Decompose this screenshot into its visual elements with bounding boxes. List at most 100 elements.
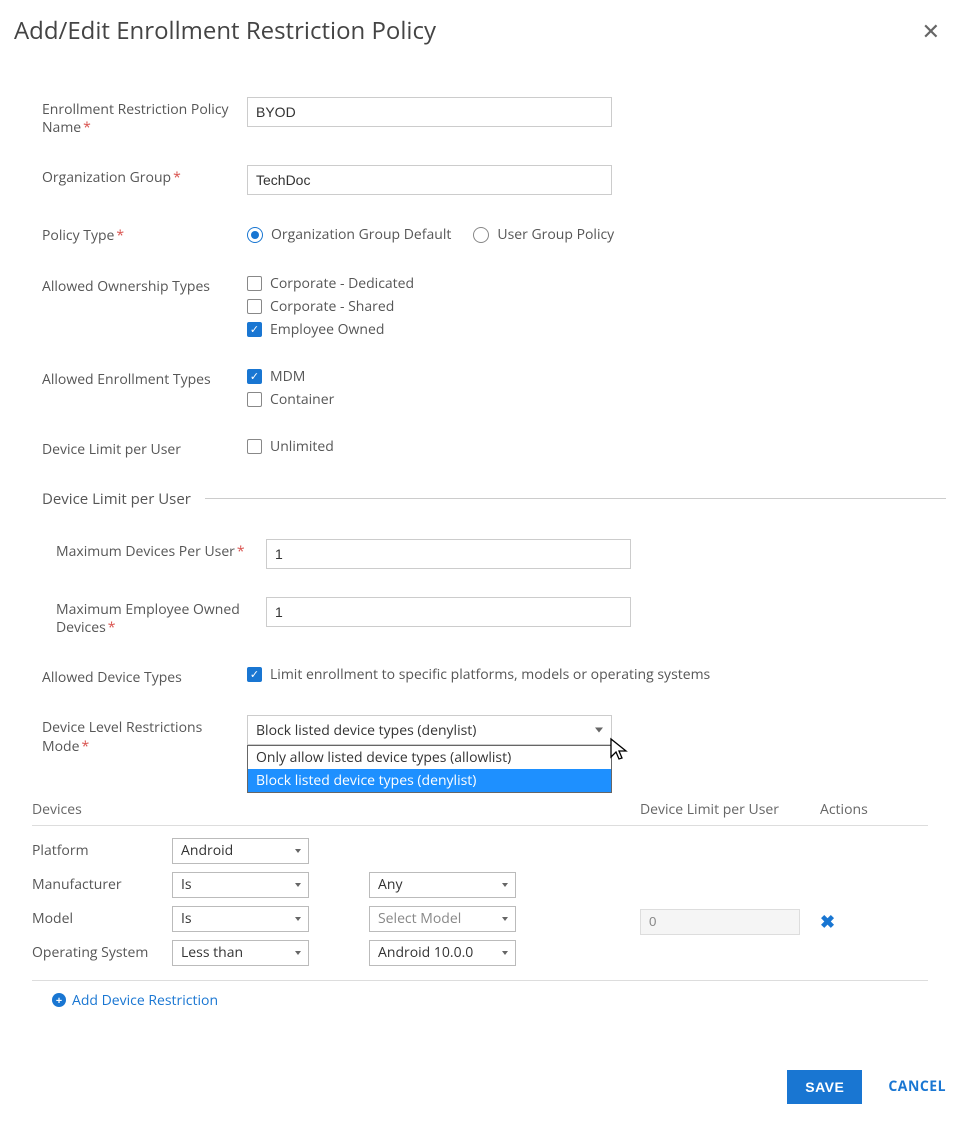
required-marker: * xyxy=(237,542,245,561)
required-marker: * xyxy=(173,168,181,187)
required-marker: * xyxy=(116,226,124,245)
section-title: Device Limit per User xyxy=(42,489,205,509)
device-limit-subsection: Maximum Devices Per User* Maximum Employ… xyxy=(14,539,946,637)
label-device-limit: Device Limit per User xyxy=(42,437,247,459)
table-row: Platform Android Manufacturer Is Any Mod… xyxy=(32,826,928,981)
device-limit-input[interactable] xyxy=(640,909,800,935)
cursor-icon xyxy=(609,737,633,763)
label-text: Maximum Devices Per User xyxy=(56,542,235,561)
checkbox-icon: ✓ xyxy=(247,667,262,682)
col-header-limit: Device Limit per User xyxy=(640,800,820,819)
device-criteria: Platform Android Manufacturer Is Any Mod… xyxy=(32,838,640,966)
checkbox-icon xyxy=(247,276,262,291)
radio-label: User Group Policy xyxy=(497,225,614,244)
org-group-input[interactable] xyxy=(247,165,612,195)
label-restrictions-mode: Device Level Restrictions Mode* xyxy=(42,715,247,755)
checkbox-label: Container xyxy=(270,390,334,409)
checkbox-unlimited[interactable]: Unlimited xyxy=(247,437,334,456)
required-marker: * xyxy=(81,737,89,756)
checkbox-label: Limit enrollment to specific platforms, … xyxy=(270,665,710,684)
checkbox-limit-enrollment[interactable]: ✓ Limit enrollment to specific platforms… xyxy=(247,665,710,684)
checkbox-employee-owned[interactable]: ✓ Employee Owned xyxy=(247,320,414,339)
platform-label: Platform xyxy=(32,841,162,860)
row-platform: Platform Android xyxy=(32,838,640,864)
manufacturer-op-select[interactable]: Is xyxy=(172,872,309,898)
label-text: Policy Type xyxy=(42,226,114,245)
checkbox-label: Unlimited xyxy=(270,437,334,456)
required-marker: * xyxy=(108,618,116,637)
checkbox-mdm[interactable]: ✓ MDM xyxy=(247,367,334,386)
platform-select[interactable]: Android xyxy=(172,838,309,864)
row-model: Model Is Select Model xyxy=(32,906,640,932)
required-marker: * xyxy=(83,118,91,137)
label-text: Organization Group xyxy=(42,168,171,187)
manufacturer-value-select[interactable]: Any xyxy=(369,872,516,898)
row-allowed-enrollment: Allowed Enrollment Types ✓ MDM Container xyxy=(42,367,946,409)
label-max-devices: Maximum Devices Per User* xyxy=(56,539,266,561)
table-header: Devices Device Limit per User Actions xyxy=(32,794,928,826)
label-text: Maximum Employee Owned Devices xyxy=(56,600,240,637)
col-header-actions: Actions xyxy=(820,800,928,819)
checkbox-corp-shared[interactable]: Corporate - Shared xyxy=(247,297,414,316)
divider-line xyxy=(205,498,946,499)
policy-type-radio-group: Organization Group Default User Group Po… xyxy=(247,223,614,244)
checkbox-icon xyxy=(247,439,262,454)
ownership-checkboxes: Corporate - Dedicated Corporate - Shared… xyxy=(247,274,414,339)
enrollment-checkboxes: ✓ MDM Container xyxy=(247,367,334,409)
checkbox-label: Employee Owned xyxy=(270,320,384,339)
label-allowed-ownership: Allowed Ownership Types xyxy=(42,274,247,296)
os-label: Operating System xyxy=(32,943,162,962)
max-employee-devices-input[interactable] xyxy=(266,597,631,627)
radio-user-group[interactable]: User Group Policy xyxy=(473,225,614,244)
dialog-title: Add/Edit Enrollment Restriction Policy xyxy=(14,14,436,47)
radio-org-default[interactable]: Organization Group Default xyxy=(247,225,451,244)
save-button[interactable]: SAVE xyxy=(787,1070,862,1104)
label-allowed-device-types: Allowed Device Types xyxy=(42,665,247,687)
checkbox-label: Corporate - Dedicated xyxy=(270,274,414,293)
checkbox-icon xyxy=(247,299,262,314)
row-os: Operating System Less than Android 10.0.… xyxy=(32,940,640,966)
row-allowed-device-types: Allowed Device Types ✓ Limit enrollment … xyxy=(42,665,946,687)
device-limit-cell xyxy=(640,838,810,966)
row-policy-name: Enrollment Restriction Policy Name* xyxy=(42,97,946,137)
device-actions-cell: ✖ xyxy=(810,838,928,966)
row-max-devices: Maximum Devices Per User* xyxy=(56,539,946,569)
radio-icon xyxy=(473,227,489,243)
os-value-select[interactable]: Android 10.0.0 xyxy=(369,940,516,966)
model-op-select[interactable]: Is xyxy=(172,906,309,932)
policy-name-input[interactable] xyxy=(247,97,612,127)
checkbox-icon xyxy=(247,392,262,407)
dialog-footer: SAVE CANCEL xyxy=(14,1070,946,1104)
checkbox-corp-dedicated[interactable]: Corporate - Dedicated xyxy=(247,274,414,293)
model-value-select[interactable]: Select Model xyxy=(369,906,516,932)
close-icon[interactable]: ✕ xyxy=(916,16,946,46)
restrictions-mode-dropdown: Only allow listed device types (allowlis… xyxy=(247,745,612,793)
label-policy-name: Enrollment Restriction Policy Name* xyxy=(42,97,247,137)
option-allowlist[interactable]: Only allow listed device types (allowlis… xyxy=(248,746,611,769)
manufacturer-label: Manufacturer xyxy=(32,875,162,894)
devices-table: Devices Device Limit per User Actions Pl… xyxy=(32,794,928,1010)
max-devices-input[interactable] xyxy=(266,539,631,569)
option-denylist[interactable]: Block listed device types (denylist) xyxy=(248,769,611,792)
select-value: Block listed device types (denylist) xyxy=(256,721,476,740)
form-body: Enrollment Restriction Policy Name* Orga… xyxy=(14,97,946,459)
row-policy-type: Policy Type* Organization Group Default … xyxy=(42,223,946,245)
add-device-restriction-link[interactable]: + Add Device Restriction xyxy=(32,981,218,1010)
os-op-select[interactable]: Less than xyxy=(172,940,309,966)
add-link-label: Add Device Restriction xyxy=(72,991,218,1010)
row-allowed-ownership: Allowed Ownership Types Corporate - Dedi… xyxy=(42,274,946,339)
checkbox-icon: ✓ xyxy=(247,369,262,384)
checkbox-container[interactable]: Container xyxy=(247,390,334,409)
dialog-header: Add/Edit Enrollment Restriction Policy ✕ xyxy=(14,14,946,47)
label-text: Device Level Restrictions Mode xyxy=(42,718,202,755)
delete-icon[interactable]: ✖ xyxy=(820,910,835,934)
label-allowed-enrollment: Allowed Enrollment Types xyxy=(42,367,247,389)
label-org-group: Organization Group* xyxy=(42,165,247,187)
row-device-limit-unlimited: Device Limit per User Unlimited xyxy=(42,437,946,459)
restrictions-mode-select-wrap: Block listed device types (denylist) Onl… xyxy=(247,715,612,745)
radio-icon xyxy=(247,227,263,243)
label-max-employee-devices: Maximum Employee Owned Devices* xyxy=(56,597,266,637)
restrictions-mode-select[interactable]: Block listed device types (denylist) xyxy=(247,715,612,745)
radio-label: Organization Group Default xyxy=(271,225,451,244)
cancel-button[interactable]: CANCEL xyxy=(888,1077,946,1096)
